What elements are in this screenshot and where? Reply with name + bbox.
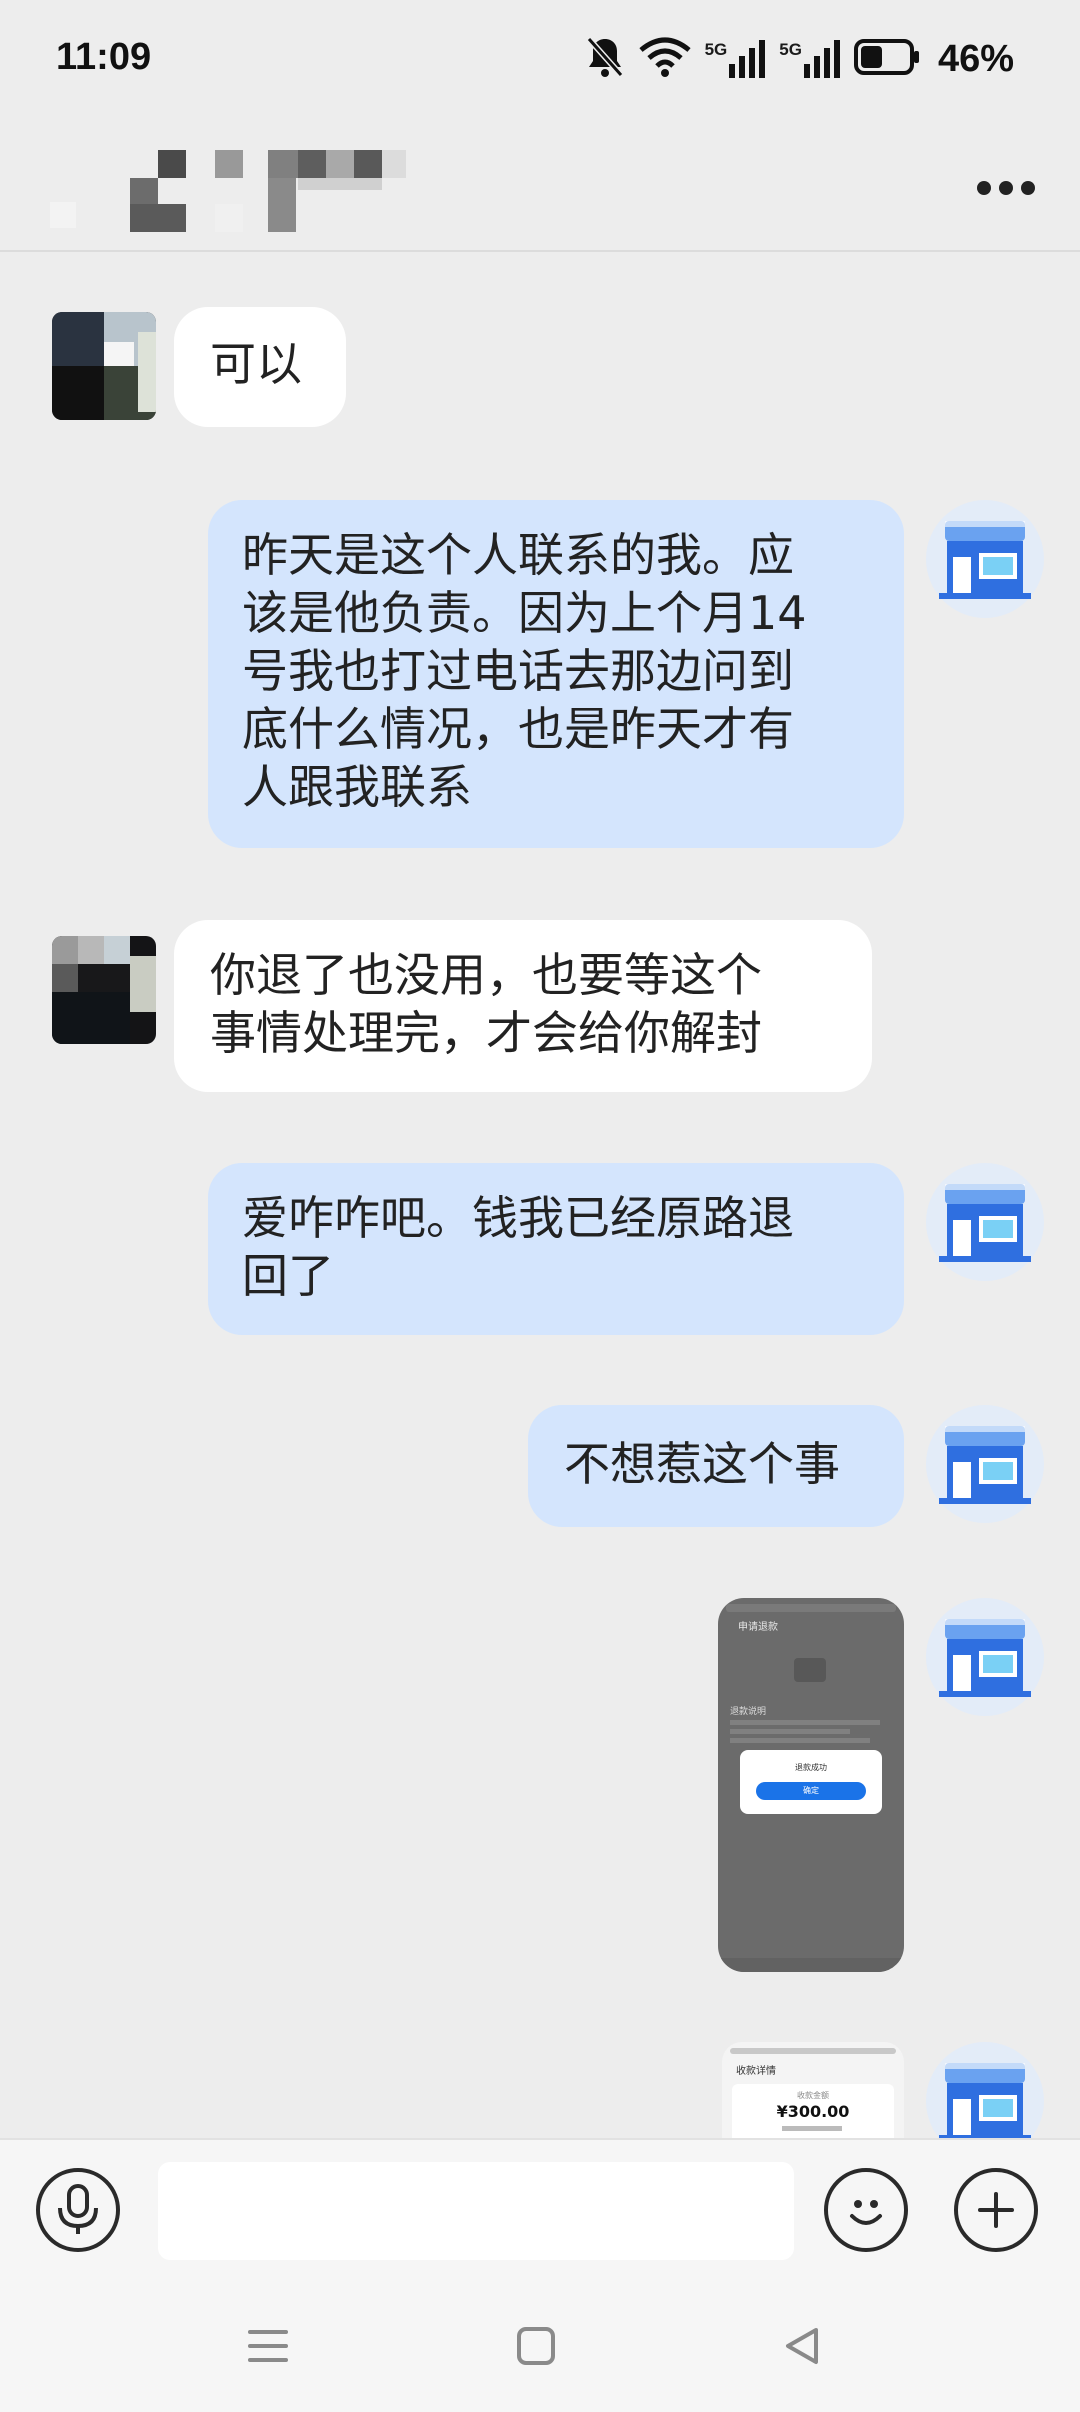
image-message-payment[interactable]: 收款详情 收款金额 ¥300.00	[722, 2042, 904, 2138]
system-nav-bar	[0, 2280, 1080, 2412]
my-avatar[interactable]	[926, 1598, 1044, 1716]
thumb-dialog-text: 退款成功	[795, 1763, 827, 1772]
signal-5g-icon: 5G	[779, 40, 840, 78]
emoji-button[interactable]	[824, 2168, 908, 2252]
my-avatar[interactable]	[926, 500, 1044, 618]
message-bubble-incoming[interactable]: 可以	[174, 307, 346, 427]
status-time: 11:09	[56, 36, 152, 78]
my-avatar[interactable]	[926, 1163, 1044, 1281]
microphone-icon	[58, 2184, 98, 2234]
more-button[interactable]	[968, 158, 1044, 218]
contact-avatar[interactable]	[52, 312, 156, 420]
message-bubble-incoming[interactable]: 你退了也没用，也要等这个 事情处理完，才会给你解封	[174, 920, 872, 1092]
thumb-screen-title: 申请退款	[738, 1622, 778, 1633]
message-line: 事情处理完，才会给你解封	[210, 1006, 762, 1060]
message-line: 昨天是这个人联系的我。应	[242, 528, 794, 582]
network-label: 5G	[779, 40, 802, 59]
message-line: 回了	[242, 1249, 334, 1303]
image-message-refund[interactable]: 申请退款 退款说明 退款成功 确定	[718, 1598, 904, 1972]
signal-5g-icon: 5G	[705, 40, 766, 78]
chat-header	[0, 122, 1080, 252]
message-line: 爱咋咋吧。钱我已经原路退	[242, 1191, 794, 1245]
message-text: 可以	[210, 337, 302, 391]
mute-bell-icon	[585, 35, 625, 83]
store-icon	[939, 1619, 1031, 1697]
message-line: 该是他负责。因为上个月14	[242, 586, 807, 640]
chat-messages[interactable]: 可以 昨天是这个人联系的我。应 该是他负责。因为上个月14 号我也打过电话去那边…	[0, 254, 1080, 2138]
home-square-icon	[517, 2327, 555, 2365]
plus-icon	[978, 2192, 1014, 2228]
back-triangle-icon	[786, 2328, 818, 2364]
battery-percent: 46%	[937, 37, 1014, 80]
thumb-amount: ¥300.00	[776, 2102, 850, 2121]
message-bubble-outgoing[interactable]: 不想惹这个事	[528, 1405, 904, 1527]
battery-icon	[853, 39, 920, 79]
message-line: 号我也打过电话去那边问到	[242, 644, 794, 698]
store-icon	[939, 1426, 1031, 1504]
thumb-dialog: 退款成功 确定	[740, 1750, 882, 1814]
more-dots-icon	[977, 181, 1035, 195]
store-icon	[939, 1184, 1031, 1262]
message-text: 不想惹这个事	[564, 1437, 840, 1491]
wifi-icon	[638, 36, 691, 82]
voice-button[interactable]	[36, 2168, 120, 2252]
status-icons: 5G 5G 46%	[585, 34, 1014, 84]
menu-button[interactable]	[238, 2316, 298, 2376]
thumb-card: 收款金额 ¥300.00	[732, 2084, 894, 2138]
store-icon	[939, 2063, 1031, 2138]
thumb-image-icon	[794, 1658, 826, 1682]
message-bubble-outgoing[interactable]: 昨天是这个人联系的我。应 该是他负责。因为上个月14 号我也打过电话去那边问到 …	[208, 500, 904, 848]
thumb-amount-label: 收款金额	[797, 2091, 829, 2100]
message-line: 底什么情况，也是昨天才有	[242, 702, 794, 756]
contact-avatar[interactable]	[52, 936, 156, 1044]
status-bar: 11:09 5G 5G 46%	[0, 0, 1080, 122]
home-button[interactable]	[506, 2316, 566, 2376]
thumb-screen-title: 收款详情	[736, 2066, 776, 2077]
thumb-dialog-button: 确定	[756, 1782, 866, 1800]
thumb-section-title: 退款说明	[730, 1707, 767, 1717]
thumb-status-bar	[726, 1604, 896, 1612]
message-input[interactable]	[158, 2162, 794, 2260]
message-line: 你退了也没用，也要等这个	[210, 948, 762, 1002]
menu-icon	[248, 2330, 288, 2362]
back-button[interactable]	[772, 2316, 832, 2376]
input-bar	[0, 2138, 1080, 2280]
store-icon	[939, 521, 1031, 599]
chat-title-obscured	[50, 150, 410, 232]
plus-button[interactable]	[954, 2168, 1038, 2252]
my-avatar[interactable]	[926, 2042, 1044, 2138]
network-label: 5G	[704, 40, 728, 59]
emoji-icon	[850, 2200, 882, 2225]
message-bubble-outgoing[interactable]: 爱咋咋吧。钱我已经原路退 回了	[208, 1163, 904, 1335]
message-line: 人跟我联系	[242, 760, 472, 814]
my-avatar[interactable]	[926, 1405, 1044, 1523]
